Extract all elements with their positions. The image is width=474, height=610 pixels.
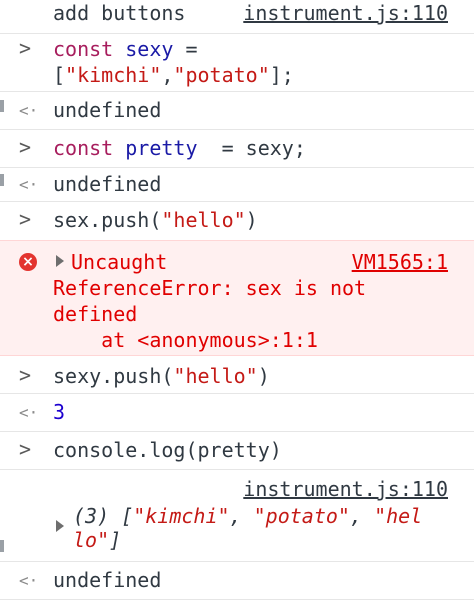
prompt-chevron-icon: > [19,207,32,231]
error-source-link[interactable]: VM1565:1 [352,249,448,275]
prompt-chevron-icon: > [19,36,32,60]
input-code-line[interactable]: console.log(pretty) [53,437,282,463]
console-input-row: > const sexy = ["kimchi","potato"]; [0,34,474,92]
string-literal: "potato" [173,63,270,87]
array-item: "hel [374,504,423,528]
array-item: "kimchi" [133,504,230,528]
error-message-line-2: defined [53,302,138,326]
left-edge-marker [0,174,4,186]
console-input-row: > const pretty = sexy; [0,130,474,168]
console-result-row: <· 3 [0,394,474,432]
input-code-line[interactable]: sexy.push("hello") [53,363,270,389]
result-arrow-icon: <· [19,101,39,120]
console-input-row: > console.log(pretty) [0,432,474,470]
result-value[interactable]: undefined [53,171,161,197]
code-start: sex.push( [53,208,162,232]
result-arrow-icon: <· [19,403,39,422]
string-literal: "hello" [161,208,246,232]
console-result-row: <· undefined [0,92,474,130]
array-preview-line-1[interactable]: (3) ["kimchi", "potato", "hel [73,503,422,529]
console-log-row: add buttons instrument.js:110 [0,0,474,34]
code-end: ) [245,208,258,232]
source-link[interactable]: instrument.js:110 [243,0,448,26]
input-code-line[interactable]: const pretty = sexy; [53,135,306,161]
code-start: sexy.push( [53,364,174,388]
input-code-line[interactable]: sex.push("hello") [53,207,258,233]
prompt-chevron-icon: > [19,363,32,387]
array-close: ] [109,528,122,552]
console-error-row: × Uncaught VM1565:1 ReferenceError: sex … [0,240,474,356]
separator: , [229,504,254,528]
result-arrow-icon: <· [19,175,39,194]
input-code-line-1[interactable]: const sexy = [53,36,198,62]
array-item: lo" [73,528,110,552]
result-arrow-icon: <· [19,571,39,590]
error-label: Uncaught [71,250,168,274]
bracket-close: ]; [269,63,294,87]
prompt-chevron-icon: > [19,437,32,461]
error-icon: × [19,253,37,271]
array-preview-line-2[interactable]: lo"] [73,527,121,553]
console-input-row: > sexy.push("hello") [0,356,474,394]
devtools-console: add buttons instrument.js:110 > const se… [0,0,474,610]
variable-name: sexy [125,37,174,61]
comma: , [161,63,174,87]
separator: , [349,504,375,528]
array-item: "potato" [253,504,350,528]
console-result-row: <· undefined [0,168,474,202]
variable-name: pretty [125,136,198,160]
result-value[interactable]: undefined [53,567,161,593]
console-result-row: <· undefined [0,562,474,600]
string-literal: "hello" [173,364,258,388]
left-edge-marker [0,540,4,552]
expand-triangle-icon[interactable] [56,255,64,267]
bracket-open: [ [53,63,66,87]
console-log-row: instrument.js:110 (3) ["kimchi", "potato… [0,470,474,562]
console-input-row: > sex.push("hello") [0,202,474,240]
left-edge-marker [0,100,4,112]
code-end: ) [257,364,270,388]
result-number[interactable]: 3 [53,399,65,425]
keyword: const [53,37,114,61]
prompt-chevron-icon: > [19,135,32,159]
array-count: (3) [ [73,504,134,528]
input-code-line-2[interactable]: ["kimchi","potato"]; [53,62,294,88]
expand-triangle-icon[interactable] [56,520,64,532]
result-value[interactable]: undefined [53,97,161,123]
log-message: add buttons [53,1,186,25]
code-rest: = sexy; [197,136,306,160]
source-link[interactable]: instrument.js:110 [243,476,448,502]
string-literal: "kimchi" [65,63,162,87]
operator: = [173,37,198,61]
error-message-line-1: ReferenceError: sex is not [53,276,367,300]
keyword: const [53,136,114,160]
error-stack-line: at <anonymous>:1:1 [53,328,318,352]
